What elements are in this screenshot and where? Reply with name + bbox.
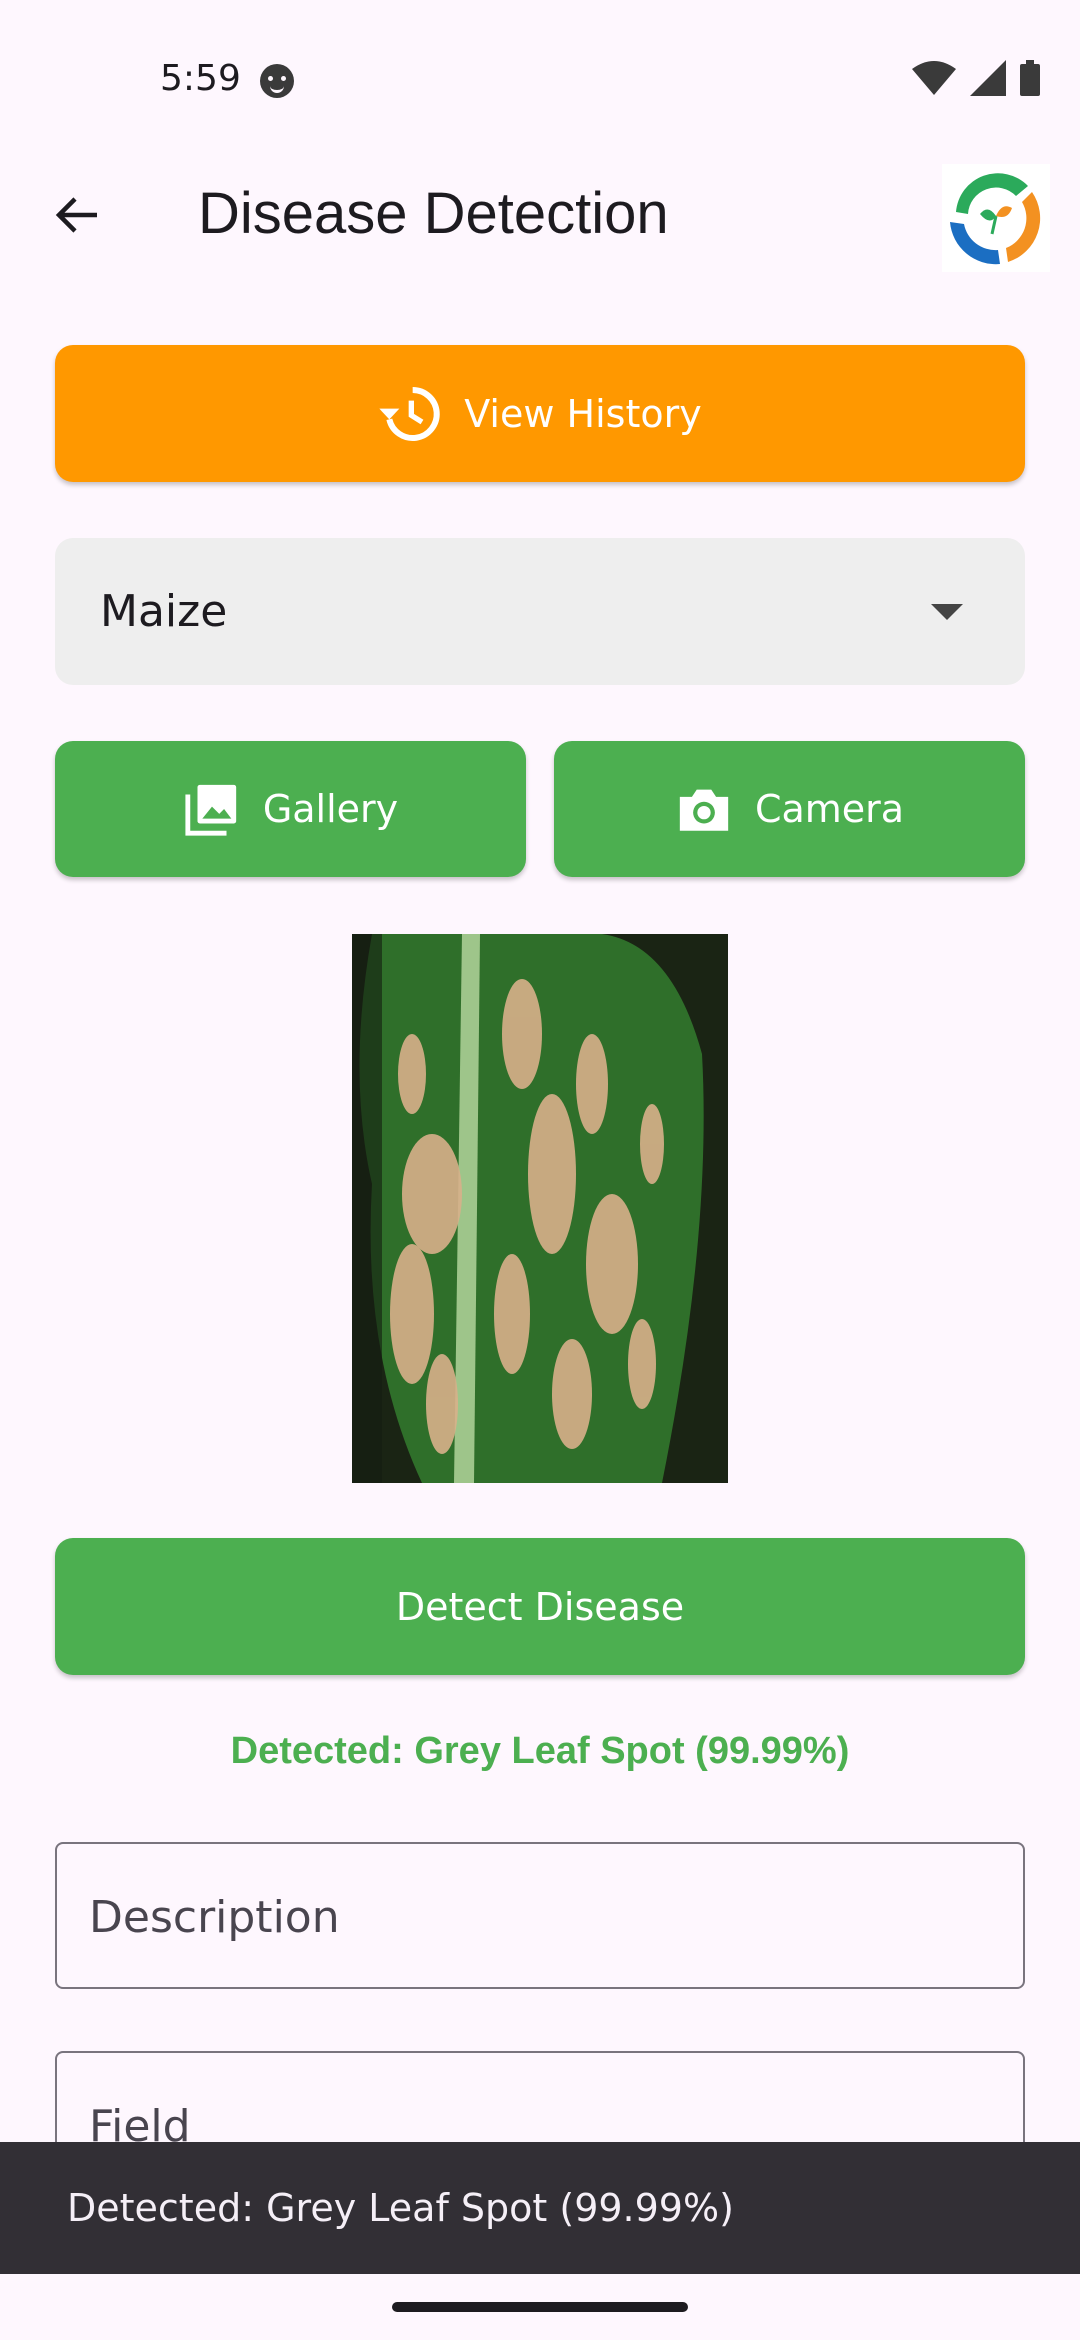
- detect-disease-label: Detect Disease: [395, 1584, 685, 1629]
- app-bar: Disease Detection: [0, 150, 1080, 280]
- notification-face-icon: [260, 64, 294, 98]
- view-history-button[interactable]: View History: [55, 345, 1025, 482]
- back-button[interactable]: [40, 178, 114, 252]
- arrow-back-icon: [55, 197, 97, 233]
- signal-icon: [970, 60, 1006, 96]
- home-indicator[interactable]: [392, 2302, 688, 2312]
- status-bar: 5:59: [0, 0, 1080, 140]
- camera-icon: [675, 780, 733, 838]
- description-field-label: Description: [89, 1892, 340, 1943]
- camera-button[interactable]: Camera: [554, 741, 1025, 877]
- battery-icon: [1020, 60, 1040, 96]
- wifi-icon: [912, 61, 956, 95]
- snackbar: Detected: Grey Leaf Spot (99.99%): [0, 2142, 1080, 2274]
- gallery-label: Gallery: [262, 787, 399, 831]
- app-logo: [942, 164, 1050, 272]
- gesture-nav-bar: [0, 2274, 1080, 2340]
- camera-label: Camera: [754, 787, 905, 831]
- detect-disease-button[interactable]: Detect Disease: [55, 1538, 1025, 1675]
- detection-result: Detected: Grey Leaf Spot (99.99%): [230, 1730, 850, 1772]
- gallery-icon: [183, 780, 241, 838]
- crop-select-value: Maize: [100, 586, 228, 637]
- page-title: Disease Detection: [198, 181, 669, 246]
- history-icon: [378, 382, 442, 446]
- gallery-button[interactable]: Gallery: [55, 741, 526, 877]
- description-field[interactable]: Description: [55, 1842, 1025, 1989]
- leaf-image: [352, 934, 728, 1483]
- snackbar-text: Detected: Grey Leaf Spot (99.99%): [67, 2186, 734, 2230]
- status-time: 5:59: [160, 58, 241, 99]
- dropdown-arrow-icon: [931, 604, 963, 620]
- status-icons: [912, 60, 1040, 96]
- view-history-label: View History: [464, 391, 702, 436]
- crop-select[interactable]: Maize: [55, 538, 1025, 685]
